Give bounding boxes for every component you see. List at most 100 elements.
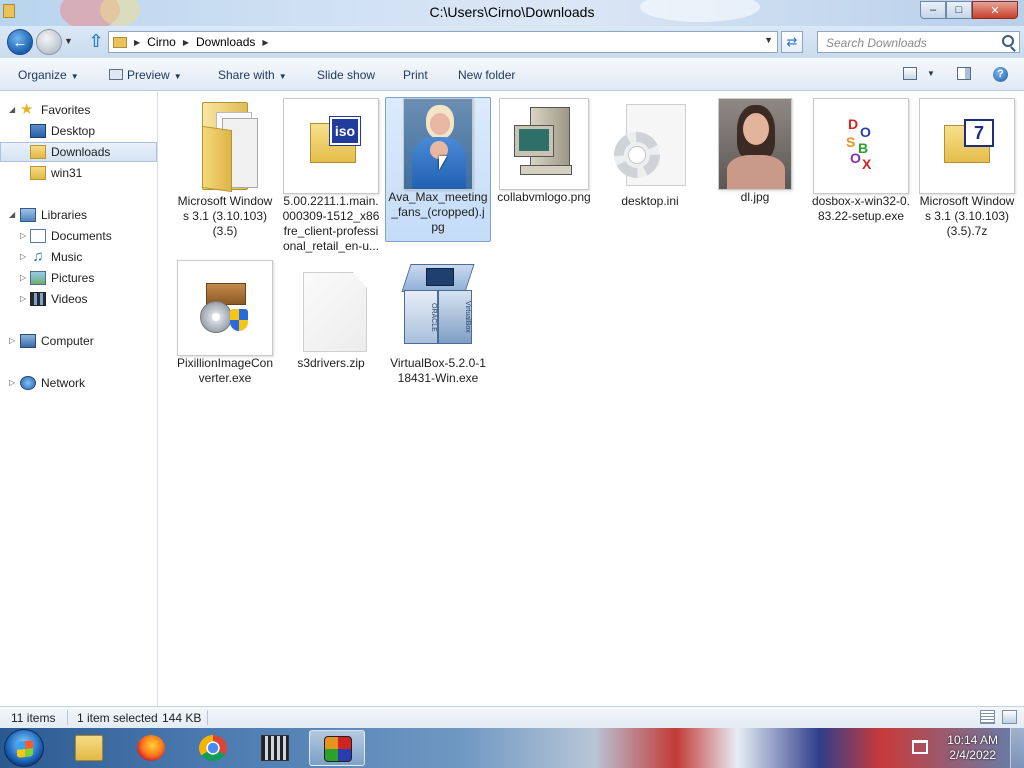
- search-icon[interactable]: [1002, 35, 1014, 47]
- breadcrumb-separator-icon[interactable]: ▶: [262, 38, 268, 47]
- sidebar-item-videos[interactable]: Videos: [0, 289, 157, 309]
- network-status-icon[interactable]: [912, 740, 928, 754]
- taskbar-button-firefox[interactable]: [123, 730, 179, 766]
- minimize-button[interactable]: –: [920, 1, 946, 19]
- taskbar-button-explorer[interactable]: [61, 730, 117, 766]
- dosbox-letter: X: [862, 156, 872, 172]
- sidebar-item-label: Computer: [41, 334, 94, 348]
- show-desktop-button[interactable]: [1010, 728, 1024, 768]
- selection-summary: 1 item selected: [77, 711, 158, 725]
- downloads-folder-icon: [30, 145, 46, 159]
- network-icon: [20, 376, 36, 390]
- sidebar-item-libraries[interactable]: Libraries: [0, 205, 157, 225]
- back-button[interactable]: ←: [7, 29, 33, 55]
- organize-button[interactable]: Organize ▼: [18, 68, 79, 82]
- dosbox-letter: D: [848, 116, 859, 132]
- item-count: 11 items: [11, 711, 56, 725]
- sidebar-item-favorites[interactable]: ★ Favorites: [0, 100, 157, 120]
- mouse-cursor-icon: [439, 156, 447, 170]
- taskbar-button-chrome[interactable]: [185, 730, 241, 766]
- music-icon: ♫: [32, 248, 44, 265]
- up-arrow-icon[interactable]: ⇧: [86, 32, 106, 52]
- sidebar-item-network[interactable]: Network: [0, 373, 157, 393]
- file-name: collabvmlogo.png: [497, 190, 591, 204]
- preview-pane-icon[interactable]: [957, 67, 971, 80]
- preview-button[interactable]: Preview ▼: [109, 68, 182, 82]
- dosbox-icon: D O S B O X: [813, 98, 909, 194]
- maximize-button[interactable]: □: [946, 1, 972, 19]
- folder-icon: [190, 98, 260, 194]
- desktop-icon: [30, 124, 46, 138]
- sidebar-item-documents[interactable]: Documents: [0, 226, 157, 246]
- change-view-icon[interactable]: [903, 67, 917, 80]
- iso-badge: iso: [329, 116, 361, 146]
- search-placeholder: Search Downloads: [826, 36, 927, 50]
- file-list[interactable]: Microsoft Windows 3.1 (3.10.103) (3.5) i…: [159, 92, 1024, 706]
- file-name: desktop.ini: [621, 194, 679, 208]
- file-item[interactable]: iso 5.00.2211.1.main.000309-1512_x86fre_…: [279, 98, 383, 254]
- file-item[interactable]: D O S B O X dosbox-x-win32-0.83.22-setup…: [809, 98, 913, 224]
- file-item[interactable]: desktop.ini: [598, 98, 702, 209]
- file-item[interactable]: collabvmlogo.png: [492, 98, 596, 205]
- file-explorer-icon: [75, 735, 103, 761]
- breadcrumb-separator-icon[interactable]: ▶: [183, 38, 189, 47]
- file-name: dl.jpg: [740, 190, 770, 204]
- title-bar: C:\Users\Cirno\Downloads – □ ✕: [0, 0, 1024, 30]
- taskbar-button-dosbox[interactable]: [309, 730, 365, 766]
- help-icon[interactable]: ?: [993, 67, 1008, 82]
- breadcrumb-separator-icon[interactable]: ▶: [134, 38, 140, 47]
- sidebar-item-label: Documents: [51, 229, 112, 243]
- sidebar-item-win31[interactable]: win31: [0, 163, 157, 183]
- chevron-down-icon[interactable]: ▼: [927, 69, 935, 78]
- address-bar[interactable]: ▶ Cirno ▶ Downloads ▶ ▼: [108, 31, 778, 53]
- file-item[interactable]: s3drivers.zip: [279, 260, 383, 371]
- file-name: PixillionImageConverter.exe: [176, 356, 274, 385]
- putty-icon: [261, 735, 289, 761]
- sidebar-item-computer[interactable]: Computer: [0, 331, 157, 351]
- sidebar-item-downloads[interactable]: Downloads: [0, 142, 157, 162]
- forward-button[interactable]: [36, 29, 62, 55]
- sidebar-item-pictures[interactable]: Pictures: [0, 268, 157, 288]
- sidebar-item-desktop[interactable]: Desktop: [0, 121, 157, 141]
- status-bar: 11 items 1 item selected 144 KB: [0, 706, 1024, 728]
- start-button[interactable]: [4, 729, 44, 767]
- status-separator: [67, 710, 68, 725]
- search-input[interactable]: Search Downloads: [817, 31, 1020, 53]
- windows-logo-icon: [17, 740, 33, 758]
- zip-file-icon: [283, 260, 379, 356]
- breadcrumb-cirno[interactable]: Cirno: [147, 35, 176, 49]
- chevron-down-icon: ▼: [70, 72, 79, 81]
- system-tray: 10:14 AM 2/4/2022: [906, 728, 1024, 768]
- clock[interactable]: 10:14 AM 2/4/2022: [947, 733, 998, 763]
- sidebar-item-music[interactable]: ♫ Music: [0, 247, 157, 267]
- refresh-button[interactable]: ⇄: [781, 31, 803, 53]
- sidebar-item-label: Network: [41, 376, 86, 390]
- file-item-selected[interactable]: Ava_Max_meeting_fans_(cropped).jpg: [386, 98, 490, 235]
- file-item[interactable]: Microsoft Windows 3.1 (3.10.103) (3.5): [173, 98, 277, 239]
- refresh-icon: ⇄: [786, 34, 798, 49]
- sidebar-item-label: Music: [51, 250, 83, 264]
- back-arrow-icon: ←: [12, 33, 28, 51]
- breadcrumb-downloads[interactable]: Downloads: [196, 35, 255, 49]
- close-button[interactable]: ✕: [972, 1, 1018, 19]
- file-item[interactable]: ORACLE VirtualBox VirtualBox-5.2.0-11843…: [386, 260, 490, 386]
- large-icons-view-icon[interactable]: [1002, 710, 1017, 724]
- folder-icon: [30, 166, 46, 180]
- file-item[interactable]: PixillionImageConverter.exe: [173, 260, 277, 386]
- file-item[interactable]: 7 Microsoft Windows 3.1 (3.10.103) (3.5)…: [915, 98, 1019, 239]
- taskbar-button-putty[interactable]: [247, 730, 303, 766]
- videos-icon: [30, 292, 46, 306]
- dosbox-letter: S: [846, 134, 856, 150]
- share-with-label: Share with: [218, 68, 275, 82]
- iso-file-icon: iso: [283, 98, 379, 194]
- details-view-icon[interactable]: [980, 710, 995, 724]
- print-button[interactable]: Print: [403, 68, 428, 82]
- address-dropdown-icon[interactable]: ▼: [764, 35, 773, 45]
- file-item[interactable]: dl.jpg: [703, 98, 807, 205]
- share-with-button[interactable]: Share with ▼: [218, 68, 287, 82]
- recent-pages-dropdown[interactable]: ▼: [64, 36, 73, 46]
- selection-size: 144 KB: [162, 711, 202, 725]
- libraries-icon: [20, 208, 36, 222]
- slide-show-button[interactable]: Slide show: [317, 68, 375, 82]
- new-folder-button[interactable]: New folder: [458, 68, 515, 82]
